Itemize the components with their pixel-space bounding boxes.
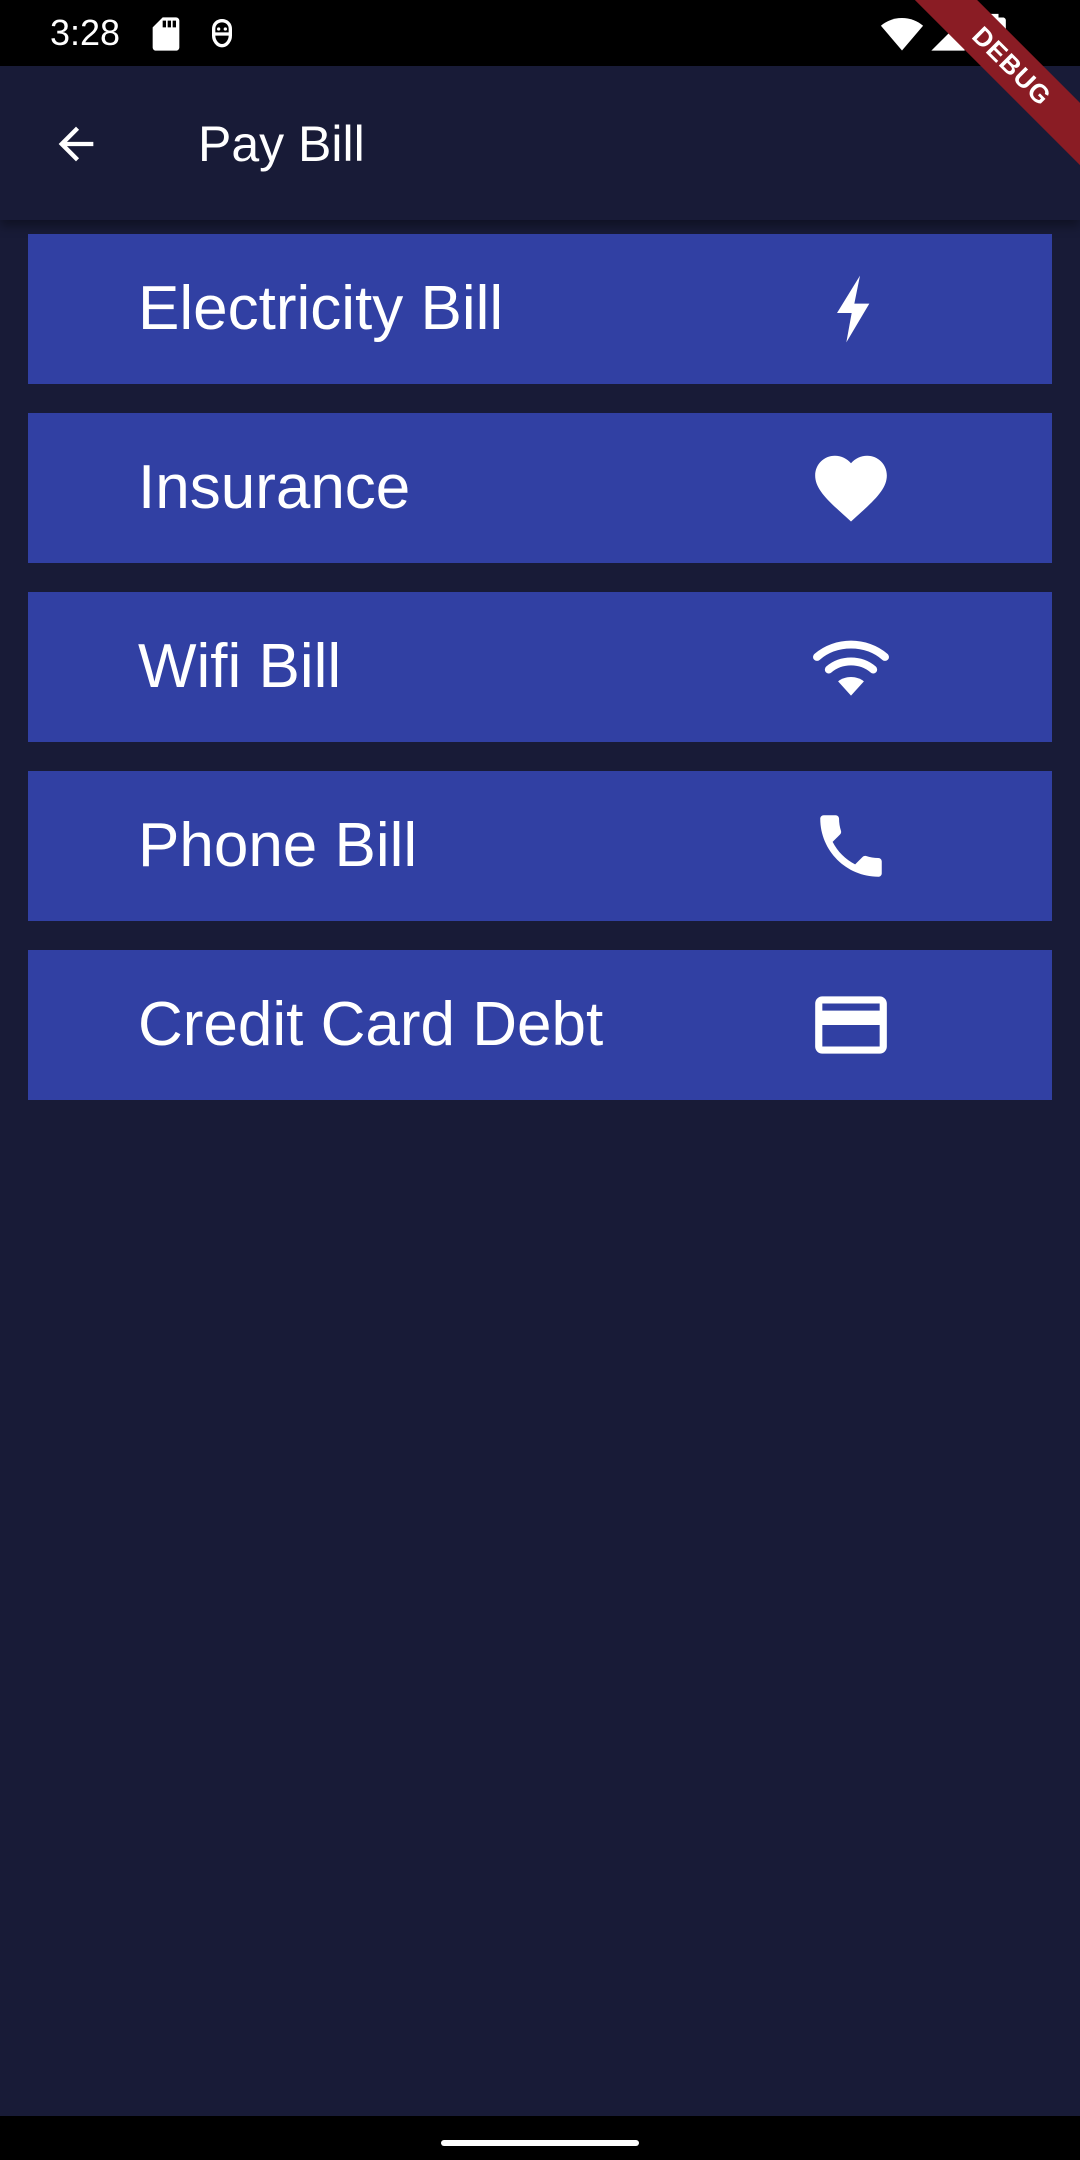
screen: 3:28 DEBUG Pay Bill Electricity Bill Ins…	[0, 0, 1080, 2160]
arrow-back-icon	[58, 126, 94, 162]
bill-label: Wifi Bill	[138, 632, 342, 701]
bill-label: Credit Card Debt	[138, 990, 604, 1059]
bill-label: Electricity Bill	[138, 274, 504, 343]
page-title: Pay Bill	[198, 116, 365, 172]
back-button[interactable]	[40, 108, 112, 180]
status-time: 3:28	[50, 12, 121, 53]
credit-card-icon	[808, 985, 894, 1065]
flash-icon	[808, 269, 894, 349]
sd-card-icon	[152, 17, 180, 51]
wifi-signal-icon	[880, 18, 924, 51]
bill-item-credit-card[interactable]: Credit Card Debt	[28, 950, 1052, 1100]
bill-item-electricity[interactable]: Electricity Bill	[28, 234, 1052, 384]
android-debug-icon	[212, 18, 232, 48]
bill-label: Phone Bill	[138, 811, 418, 880]
bill-item-wifi[interactable]: Wifi Bill	[28, 592, 1052, 742]
heart-icon	[808, 448, 894, 528]
app-bar: Pay Bill	[0, 66, 1080, 220]
navigation-bar	[0, 2116, 1080, 2160]
bill-list: Electricity Bill Insurance Wifi Bill Pho…	[28, 234, 1052, 1129]
wifi-icon	[808, 627, 894, 707]
bill-label: Insurance	[138, 453, 411, 522]
bill-item-phone[interactable]: Phone Bill	[28, 771, 1052, 921]
phone-icon	[808, 806, 894, 886]
home-indicator[interactable]	[441, 2140, 639, 2146]
bill-item-insurance[interactable]: Insurance	[28, 413, 1052, 563]
status-bar: 3:28	[0, 0, 1080, 66]
